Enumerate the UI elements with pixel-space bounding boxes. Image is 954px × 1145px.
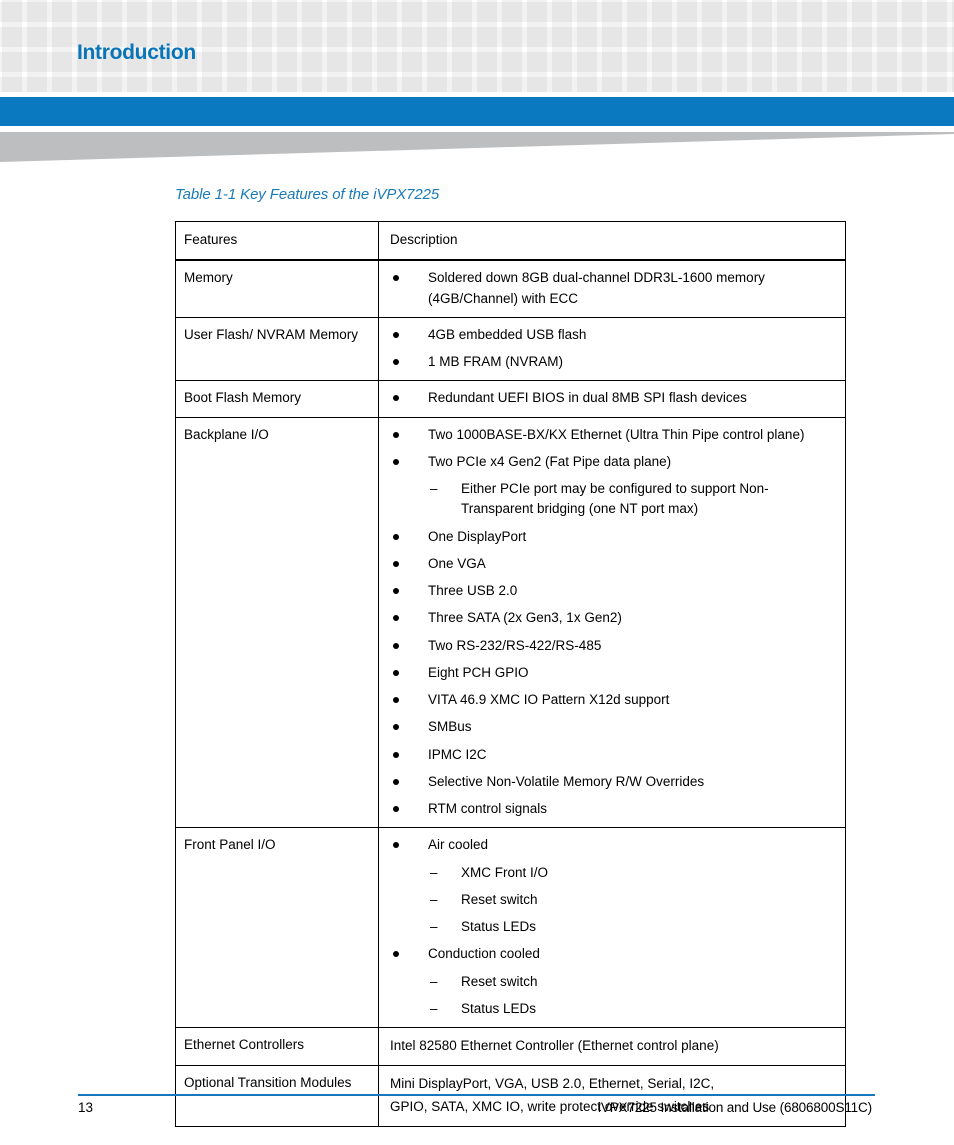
list-item: One DisplayPort bbox=[390, 527, 837, 547]
bullet-list: Two 1000BASE-BX/KX Ethernet (Ultra Thin … bbox=[390, 425, 837, 820]
feature-description-cell: Mini DisplayPort, VGA, USB 2.0, Ethernet… bbox=[378, 1065, 846, 1127]
feature-name-cell: User Flash/ NVRAM Memory bbox=[175, 316, 379, 382]
list-item: Redundant UEFI BIOS in dual 8MB SPI flas… bbox=[390, 388, 837, 408]
description-line: Intel 82580 Ethernet Controller (Etherne… bbox=[390, 1038, 719, 1053]
gray-wedge-shape bbox=[0, 132, 954, 162]
list-item: RTM control signals bbox=[390, 799, 837, 819]
table-caption: Table 1-1 Key Features of the iVPX7225 bbox=[175, 186, 440, 203]
list-item: Selective Non-Volatile Memory R/W Overri… bbox=[390, 772, 837, 792]
table-row: Ethernet Controllers Intel 82580 Etherne… bbox=[175, 1026, 846, 1067]
list-item: Two PCIe x4 Gen2 (Fat Pipe data plane) bbox=[390, 452, 837, 472]
feature-description-cell: 4GB embedded USB flash 1 MB FRAM (NVRAM) bbox=[378, 316, 846, 382]
feature-name-cell: Boot Flash Memory bbox=[175, 380, 379, 418]
table-row: User Flash/ NVRAM Memory 4GB embedded US… bbox=[175, 316, 846, 382]
list-item: SMBus bbox=[390, 717, 837, 737]
list-item: 4GB embedded USB flash bbox=[390, 325, 837, 345]
list-item: Eight PCH GPIO bbox=[390, 663, 837, 683]
key-features-table: Features Description Memory Soldered dow… bbox=[175, 221, 846, 1127]
footer-rule bbox=[78, 1094, 875, 1096]
feature-description-cell: Two 1000BASE-BX/KX Ethernet (Ultra Thin … bbox=[378, 416, 846, 829]
table-row: Front Panel I/O Air cooled XMC Front I/O… bbox=[175, 827, 846, 1028]
list-item: VITA 46.9 XMC IO Pattern X12d support bbox=[390, 690, 837, 710]
list-item: Soldered down 8GB dual-channel DDR3L-160… bbox=[390, 268, 837, 309]
footer-page-number: 13 bbox=[78, 1100, 94, 1115]
table-header-row: Features Description bbox=[175, 221, 846, 262]
feature-name-cell: Backplane I/O bbox=[175, 416, 379, 829]
list-item: 1 MB FRAM (NVRAM) bbox=[390, 352, 837, 372]
chapter-title: Introduction bbox=[77, 41, 196, 64]
sub-list-item: Status LEDs bbox=[390, 999, 837, 1020]
feature-name-cell: Memory bbox=[175, 259, 379, 318]
gray-wedge-decoration bbox=[0, 132, 954, 164]
column-header-description: Description bbox=[378, 221, 846, 262]
bullet-list: 4GB embedded USB flash 1 MB FRAM (NVRAM) bbox=[390, 325, 837, 373]
table-row: Optional Transition Modules Mini Display… bbox=[175, 1065, 846, 1127]
feature-name-cell: Ethernet Controllers bbox=[175, 1026, 379, 1067]
list-item: Two 1000BASE-BX/KX Ethernet (Ultra Thin … bbox=[390, 425, 837, 445]
list-item: Two RS-232/RS-422/RS-485 bbox=[390, 636, 837, 656]
feature-name-cell: Optional Transition Modules bbox=[175, 1065, 379, 1127]
bullet-list: Air cooled XMC Front I/O Reset switch St… bbox=[390, 835, 837, 1019]
table-row: Memory Soldered down 8GB dual-channel DD… bbox=[175, 259, 846, 318]
blue-accent-banner bbox=[0, 97, 954, 126]
column-header-features: Features bbox=[175, 221, 379, 262]
footer-document-title: iVPX7225 Installation and Use (6806800S1… bbox=[598, 1100, 872, 1115]
feature-description-cell: Soldered down 8GB dual-channel DDR3L-160… bbox=[378, 259, 846, 318]
feature-description-cell: Intel 82580 Ethernet Controller (Etherne… bbox=[378, 1026, 846, 1067]
bullet-list: Redundant UEFI BIOS in dual 8MB SPI flas… bbox=[390, 388, 837, 408]
table-row: Backplane I/O Two 1000BASE-BX/KX Etherne… bbox=[175, 416, 846, 829]
sub-list-item: Status LEDs bbox=[390, 917, 837, 938]
page-header-band: Introduction bbox=[0, 0, 954, 92]
sub-list-item: Reset switch bbox=[390, 972, 837, 993]
table-row: Boot Flash Memory Redundant UEFI BIOS in… bbox=[175, 380, 846, 418]
list-item: IPMC I2C bbox=[390, 745, 837, 765]
feature-description-cell: Redundant UEFI BIOS in dual 8MB SPI flas… bbox=[378, 380, 846, 418]
table-header: Features Description bbox=[175, 221, 846, 262]
list-item: Three USB 2.0 bbox=[390, 581, 837, 601]
feature-description-cell: Air cooled XMC Front I/O Reset switch St… bbox=[378, 827, 846, 1028]
list-item: One VGA bbox=[390, 554, 837, 574]
sub-list-item: Either PCIe port may be configured to su… bbox=[390, 479, 837, 520]
feature-name-cell: Front Panel I/O bbox=[175, 827, 379, 1028]
table-body: Memory Soldered down 8GB dual-channel DD… bbox=[175, 259, 846, 1127]
bullet-list: Soldered down 8GB dual-channel DDR3L-160… bbox=[390, 268, 837, 309]
sub-list-item: XMC Front I/O bbox=[390, 863, 837, 884]
list-item: Three SATA (2x Gen3, 1x Gen2) bbox=[390, 608, 837, 628]
description-line: Mini DisplayPort, VGA, USB 2.0, Ethernet… bbox=[390, 1076, 715, 1092]
list-item: Conduction cooled bbox=[390, 944, 837, 964]
list-item: Air cooled bbox=[390, 835, 837, 855]
sub-list-item: Reset switch bbox=[390, 890, 837, 911]
